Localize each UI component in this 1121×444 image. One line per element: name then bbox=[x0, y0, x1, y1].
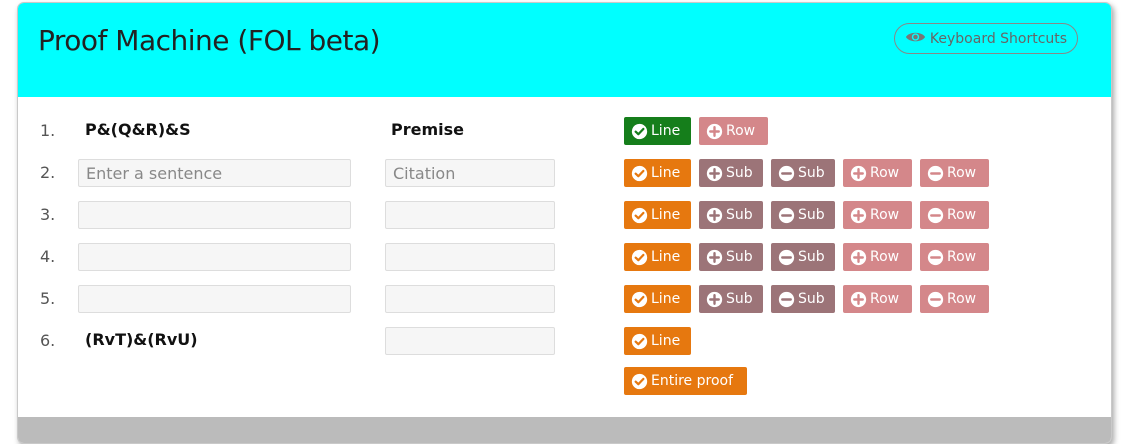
remove-row-button[interactable]: Row bbox=[920, 159, 989, 187]
plus-circle-icon bbox=[706, 207, 723, 224]
citation-input[interactable] bbox=[385, 243, 555, 271]
check-circle-icon bbox=[631, 333, 648, 350]
keyboard-shortcuts-button[interactable]: Keyboard Shortcuts bbox=[894, 23, 1078, 54]
sentence-input[interactable] bbox=[78, 159, 351, 187]
line-button[interactable]: Line bbox=[624, 285, 691, 313]
line-number: 6. bbox=[40, 331, 56, 350]
citation-input[interactable] bbox=[385, 201, 555, 229]
proof-check-row: Entire proof bbox=[18, 367, 1111, 395]
check-circle-icon bbox=[631, 249, 648, 266]
proof-line-5: 5. Line Sub Sub Row Row bbox=[18, 285, 1111, 313]
sentence-input[interactable] bbox=[78, 243, 351, 271]
line-number: 3. bbox=[40, 205, 56, 224]
minus-circle-icon bbox=[927, 165, 944, 182]
panel-footer bbox=[18, 417, 1111, 443]
plus-circle-icon bbox=[706, 291, 723, 308]
minus-circle-icon bbox=[778, 207, 795, 224]
line-button[interactable]: Line bbox=[624, 327, 691, 355]
citation-input[interactable] bbox=[385, 327, 555, 355]
line-button[interactable]: Line bbox=[624, 243, 691, 271]
add-sub-button[interactable]: Sub bbox=[699, 285, 763, 313]
sentence-input[interactable] bbox=[78, 201, 351, 229]
line-number: 1. bbox=[40, 121, 56, 140]
plus-circle-icon bbox=[850, 249, 867, 266]
line-number: 5. bbox=[40, 289, 56, 308]
proof-line-4: 4. Line Sub Sub Row Row bbox=[18, 243, 1111, 271]
add-row-button[interactable]: Row bbox=[843, 285, 912, 313]
minus-circle-icon bbox=[927, 291, 944, 308]
plus-circle-icon bbox=[850, 165, 867, 182]
citation-input[interactable] bbox=[385, 285, 555, 313]
add-sub-button[interactable]: Sub bbox=[699, 243, 763, 271]
line-number: 4. bbox=[40, 247, 56, 266]
remove-row-button[interactable]: Row bbox=[920, 285, 989, 313]
minus-circle-icon bbox=[927, 207, 944, 224]
add-sub-button[interactable]: Sub bbox=[699, 201, 763, 229]
check-circle-icon bbox=[631, 165, 648, 182]
keyboard-shortcuts-label: Keyboard Shortcuts bbox=[929, 30, 1068, 47]
add-row-button[interactable]: Row bbox=[699, 117, 768, 145]
add-row-button[interactable]: Row bbox=[843, 243, 912, 271]
line-button[interactable]: Line bbox=[624, 201, 691, 229]
citation-input[interactable] bbox=[385, 159, 555, 187]
proof-line-2: 2. Line Sub Sub Row Row bbox=[18, 159, 1111, 187]
add-row-button[interactable]: Row bbox=[843, 201, 912, 229]
check-circle-icon bbox=[631, 291, 648, 308]
plus-circle-icon bbox=[706, 123, 723, 140]
line-button[interactable]: Line bbox=[624, 159, 691, 187]
line-number: 2. bbox=[40, 163, 56, 182]
plus-circle-icon bbox=[706, 165, 723, 182]
check-circle-icon bbox=[631, 373, 648, 390]
remove-sub-button[interactable]: Sub bbox=[771, 243, 835, 271]
add-sub-button[interactable]: Sub bbox=[699, 159, 763, 187]
remove-row-button[interactable]: Row bbox=[920, 201, 989, 229]
proof-panel: Proof Machine (FOL beta) Keyboard Shortc… bbox=[17, 2, 1112, 444]
remove-sub-button[interactable]: Sub bbox=[771, 159, 835, 187]
eye-icon bbox=[905, 30, 926, 48]
line-button[interactable]: Line bbox=[624, 117, 691, 145]
proof-line-3: 3. Line Sub Sub Row Row bbox=[18, 201, 1111, 229]
check-circle-icon bbox=[631, 207, 648, 224]
check-circle-icon bbox=[631, 123, 648, 140]
citation-text[interactable]: Premise bbox=[391, 120, 464, 139]
plus-circle-icon bbox=[850, 291, 867, 308]
remove-sub-button[interactable]: Sub bbox=[771, 201, 835, 229]
minus-circle-icon bbox=[778, 165, 795, 182]
check-entire-proof-button[interactable]: Entire proof bbox=[624, 367, 747, 395]
plus-circle-icon bbox=[706, 249, 723, 266]
page-title: Proof Machine (FOL beta) bbox=[38, 24, 381, 57]
panel-header: Proof Machine (FOL beta) Keyboard Shortc… bbox=[18, 3, 1111, 97]
remove-row-button[interactable]: Row bbox=[920, 243, 989, 271]
sentence-input[interactable] bbox=[78, 285, 351, 313]
minus-circle-icon bbox=[778, 291, 795, 308]
minus-circle-icon bbox=[778, 249, 795, 266]
plus-circle-icon bbox=[850, 207, 867, 224]
sentence-text[interactable]: P&(Q&R)&S bbox=[85, 120, 191, 139]
remove-sub-button[interactable]: Sub bbox=[771, 285, 835, 313]
add-row-button[interactable]: Row bbox=[843, 159, 912, 187]
minus-circle-icon bbox=[927, 249, 944, 266]
proof-line-6: 6. (RvT)&(RvU) Line bbox=[18, 327, 1111, 355]
proof-line-1: 1. P&(Q&R)&S Premise Line Row bbox=[18, 117, 1111, 145]
sentence-text[interactable]: (RvT)&(RvU) bbox=[85, 330, 198, 349]
